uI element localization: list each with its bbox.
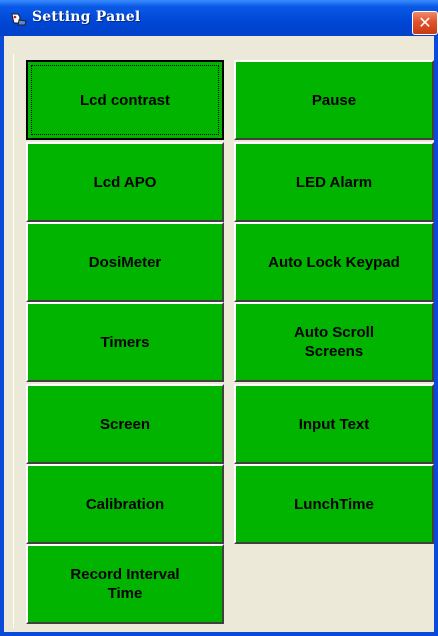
led-alarm-button[interactable]: LED Alarm [234, 142, 434, 222]
close-icon: ✕ [418, 13, 432, 32]
dosimeter-button[interactable]: DosiMeter [26, 222, 224, 302]
app-icon [11, 13, 27, 26]
auto-scroll-screens-button[interactable]: Auto Scroll Screens [234, 302, 434, 382]
panel-body: Lcd contrast Lcd APO DosiMeter Timers Sc… [4, 36, 434, 632]
input-text-button[interactable]: Input Text [234, 384, 434, 464]
window-title: Setting Panel [32, 9, 141, 25]
auto-lock-keypad-button[interactable]: Auto Lock Keypad [234, 222, 434, 302]
panel-frame [13, 54, 26, 628]
title-bar[interactable]: Setting Panel ✕ [0, 0, 438, 36]
setting-panel-window: Setting Panel ✕ Lcd contrast Lcd APO Dos… [0, 0, 438, 636]
record-interval-time-button[interactable]: Record Interval Time [26, 544, 224, 624]
close-button[interactable]: ✕ [412, 11, 438, 35]
lcd-apo-button[interactable]: Lcd APO [26, 142, 224, 222]
pause-button[interactable]: Pause [234, 60, 434, 140]
timers-button[interactable]: Timers [26, 302, 224, 382]
screen-button[interactable]: Screen [26, 384, 224, 464]
lcd-contrast-button[interactable]: Lcd contrast [26, 60, 224, 140]
lunchtime-button[interactable]: LunchTime [234, 464, 434, 544]
calibration-button[interactable]: Calibration [26, 464, 224, 544]
